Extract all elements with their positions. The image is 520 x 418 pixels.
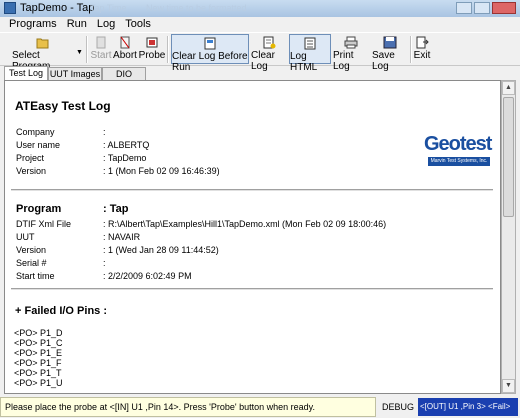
- menu-tools[interactable]: Tools: [120, 17, 156, 32]
- probe-label: Probe: [138, 50, 166, 61]
- tab-dio-setup[interactable]: DIO Setup: [102, 67, 146, 92]
- failed-pin: <PO> P1_E: [14, 348, 63, 358]
- probe-button[interactable]: Probe: [138, 34, 166, 64]
- scroll-up-arrow-icon[interactable]: ▲: [502, 81, 515, 95]
- detail-value: :: [103, 258, 106, 268]
- failed-pins-heading: + Failed I/O Pins :: [15, 305, 107, 317]
- menu-log[interactable]: Log: [92, 17, 120, 32]
- header-label: Project: [16, 153, 45, 163]
- menu-bar: Programs Run Log Tools: [0, 17, 520, 32]
- folder-open-icon: [36, 36, 50, 49]
- log-html-button[interactable]: Log HTML: [289, 34, 331, 73]
- start-icon: [94, 36, 108, 49]
- background-window-title: Tap Time: [90, 3, 127, 13]
- app-icon: [4, 2, 16, 14]
- failed-pin: <PO> P1_D: [14, 328, 63, 338]
- status-message: Please place the probe at <[IN] U1 ,Pin …: [0, 397, 376, 417]
- toolbar: Select Program ▼ Start Abort Probe Clear…: [0, 32, 520, 73]
- program-value: : Tap: [103, 203, 129, 215]
- save-icon: [383, 36, 397, 49]
- title-bar: TapDemo - Tap Tap Time New time to be fo…: [0, 0, 520, 17]
- header-value: : 1 (Mon Feb 02 09 16:46:39): [103, 166, 220, 176]
- tab-uut-images[interactable]: UUT Images: [48, 67, 102, 80]
- exit-button[interactable]: Exit: [414, 34, 430, 64]
- clear-log-icon: [262, 36, 276, 49]
- scroll-down-arrow-icon[interactable]: ▼: [502, 379, 515, 393]
- tab-strip: Test Log UUT Images DIO Setup: [0, 66, 520, 92]
- logo-name: Geotest: [424, 133, 492, 155]
- header-value: :: [103, 127, 106, 137]
- dropdown-arrow-icon[interactable]: ▼: [76, 49, 83, 56]
- save-log-button[interactable]: Save Log: [372, 34, 408, 72]
- maximize-button[interactable]: [474, 2, 490, 14]
- start-button[interactable]: Start: [90, 34, 112, 64]
- header-value: : TapDemo: [103, 153, 147, 163]
- select-program-button[interactable]: Select Program: [12, 34, 74, 72]
- detail-value: : R:\Albert\Tap\Examples\Hill1\TapDemo.x…: [103, 219, 387, 229]
- minimize-button[interactable]: [456, 2, 472, 14]
- scroll-thumb[interactable]: [503, 97, 514, 217]
- status-pin-result: <[OUT] U1 ,Pin 3> <Fail>: [418, 398, 518, 416]
- abort-button[interactable]: Abort: [113, 34, 137, 64]
- window-title: TapDemo - Tap: [20, 2, 95, 14]
- detail-value: : 2/2/2009 6:02:49 PM: [103, 271, 192, 281]
- close-button[interactable]: [492, 2, 516, 14]
- log-heading: ATEasy Test Log: [15, 99, 111, 113]
- test-log-view: ATEasy Test Log Company : User name : AL…: [4, 80, 501, 394]
- printer-icon: [344, 36, 358, 49]
- log-html-icon: [303, 37, 317, 50]
- header-label: Version: [16, 166, 47, 176]
- detail-label: DTIF Xml File: [16, 219, 71, 229]
- detail-label: Serial #: [16, 258, 47, 268]
- failed-pin: <PO> P1_U: [14, 378, 63, 388]
- detail-label: Version: [16, 245, 47, 255]
- abort-label: Abort: [113, 50, 137, 61]
- header-label: Company: [16, 127, 55, 137]
- background-window-title: New time to be formatted: [146, 3, 247, 13]
- logo-tagline: Marvin Test Systems, Inc.: [428, 157, 490, 166]
- clear-log-button[interactable]: Clear Log: [251, 34, 287, 72]
- divider: [11, 189, 493, 191]
- exit-icon: [415, 36, 429, 49]
- detail-label: Start time: [16, 271, 55, 281]
- header-label: User name: [16, 140, 61, 150]
- probe-icon: [145, 36, 159, 49]
- print-log-button[interactable]: Print Log: [333, 34, 369, 72]
- divider: [11, 288, 493, 290]
- status-mode: DEBUG: [382, 402, 415, 412]
- status-bar: Please place the probe at <[IN] U1 ,Pin …: [0, 397, 520, 418]
- menu-programs[interactable]: Programs: [4, 17, 62, 32]
- detail-label: UUT: [16, 232, 35, 242]
- vertical-scrollbar[interactable]: ▲ ▼: [501, 80, 516, 394]
- detail-value: : NAVAIR: [103, 232, 141, 242]
- exit-label: Exit: [413, 50, 431, 61]
- geotest-logo: Geotest Marvin Test Systems, Inc.: [424, 133, 495, 171]
- failed-pin: <PO> P1_T: [14, 368, 62, 378]
- abort-icon: [118, 36, 132, 49]
- program-label: Program: [16, 203, 62, 215]
- menu-run[interactable]: Run: [62, 17, 92, 32]
- clear-log-before-run-button[interactable]: Clear Log Before Run: [171, 34, 249, 73]
- start-label: Start: [90, 50, 112, 61]
- tab-test-log[interactable]: Test Log: [4, 66, 48, 81]
- header-value: : ALBERTQ: [103, 140, 150, 150]
- failed-pin: <PO> P1_C: [14, 338, 63, 348]
- failed-pin: <PO> P1_F: [14, 358, 62, 368]
- detail-value: : 1 (Wed Jan 28 09 11:44:52): [103, 245, 219, 255]
- clear-log-before-run-icon: [203, 37, 217, 50]
